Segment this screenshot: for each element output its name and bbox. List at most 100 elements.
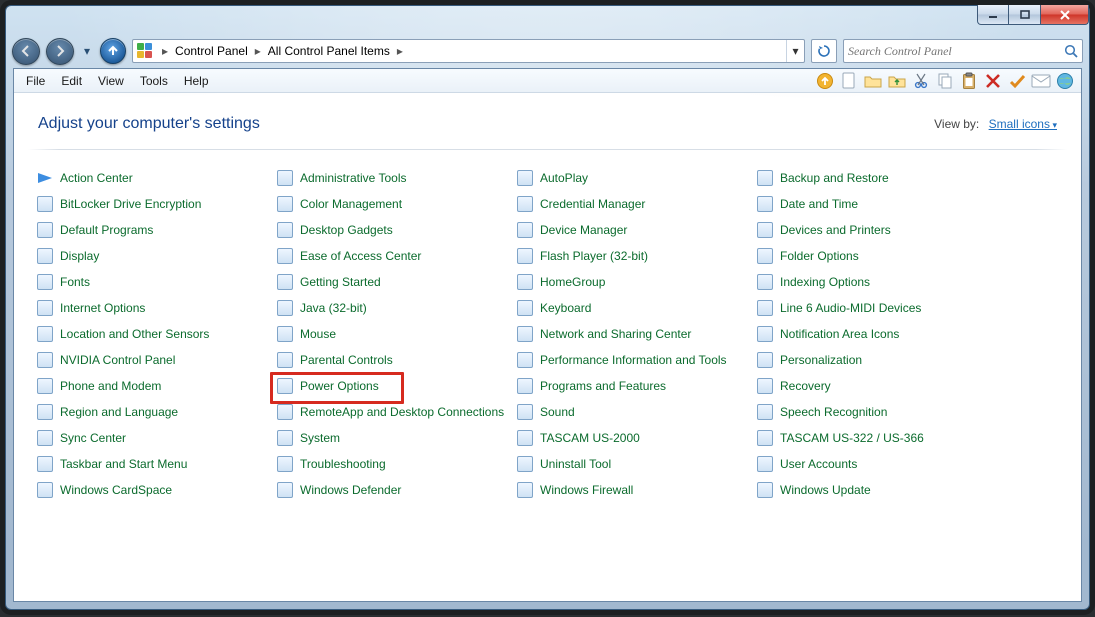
cp-item[interactable]: Internet Options (36, 298, 276, 318)
toolbar-upload-icon[interactable] (813, 71, 837, 91)
cp-item[interactable]: Performance Information and Tools (516, 350, 756, 370)
cp-item-icon (516, 325, 534, 343)
cp-item[interactable]: Location and Other Sensors (36, 324, 276, 344)
cp-item[interactable]: Fonts (36, 272, 276, 292)
cp-item-icon (276, 429, 294, 447)
cp-item-label: Color Management (300, 197, 402, 211)
address-dropdown[interactable]: ▾ (786, 40, 804, 62)
breadcrumb-segment[interactable]: Control Panel (173, 44, 250, 58)
toolbar-folder-icon[interactable] (861, 71, 885, 91)
cp-item[interactable]: Programs and Features (516, 376, 756, 396)
cp-item[interactable]: Line 6 Audio-MIDI Devices (756, 298, 996, 318)
cp-item[interactable]: Backup and Restore (756, 168, 996, 188)
maximize-button[interactable] (1009, 5, 1041, 25)
cp-item[interactable]: Getting Started (276, 272, 516, 292)
cp-item[interactable]: Sync Center (36, 428, 276, 448)
search-icon[interactable] (1060, 43, 1082, 59)
cp-item[interactable]: Java (32-bit) (276, 298, 516, 318)
nav-history-dropdown[interactable]: ▾ (80, 41, 94, 61)
breadcrumb-segment[interactable]: All Control Panel Items (266, 44, 392, 58)
cp-item[interactable]: Display (36, 246, 276, 266)
cp-item-icon (516, 195, 534, 213)
search-input[interactable] (844, 44, 1060, 59)
cp-item[interactable]: Credential Manager (516, 194, 756, 214)
nav-forward-button[interactable] (46, 38, 74, 65)
nav-back-button[interactable] (12, 38, 40, 65)
cp-item[interactable]: Windows CardSpace (36, 480, 276, 500)
menu-view[interactable]: View (90, 72, 132, 90)
cp-item-label: Recovery (780, 379, 831, 393)
toolbar-globe-icon[interactable] (1053, 71, 1077, 91)
cp-item[interactable]: RemoteApp and Desktop Connections (276, 402, 516, 422)
search-box[interactable] (843, 39, 1083, 63)
cp-item[interactable]: Troubleshooting (276, 454, 516, 474)
toolbar-copy-icon[interactable] (933, 71, 957, 91)
cp-item[interactable]: Folder Options (756, 246, 996, 266)
cp-item[interactable]: Personalization (756, 350, 996, 370)
cp-item[interactable]: Speech Recognition (756, 402, 996, 422)
cp-item[interactable]: Parental Controls (276, 350, 516, 370)
toolbar-cut-icon[interactable] (909, 71, 933, 91)
cp-item[interactable]: Keyboard (516, 298, 756, 318)
cp-item-icon (756, 455, 774, 473)
cp-item[interactable]: Default Programs (36, 220, 276, 240)
cp-item[interactable]: Phone and Modem (36, 376, 276, 396)
cp-item[interactable]: Uninstall Tool (516, 454, 756, 474)
cp-item[interactable]: Indexing Options (756, 272, 996, 292)
cp-item-icon (756, 169, 774, 187)
cp-item-label: Sound (540, 405, 575, 419)
menu-bar: File Edit View Tools Help (14, 69, 1081, 93)
cp-item[interactable]: Flash Player (32-bit) (516, 246, 756, 266)
cp-item[interactable]: Windows Defender (276, 480, 516, 500)
toolbar-mail-icon[interactable] (1029, 71, 1053, 91)
menu-file[interactable]: File (18, 72, 53, 90)
cp-item[interactable]: Devices and Printers (756, 220, 996, 240)
cp-item[interactable]: Power Options (276, 376, 516, 396)
cp-item[interactable]: TASCAM US-2000 (516, 428, 756, 448)
cp-item[interactable]: Recovery (756, 376, 996, 396)
cp-item-label: Uninstall Tool (540, 457, 611, 471)
cp-item[interactable]: NVIDIA Control Panel (36, 350, 276, 370)
cp-item[interactable]: Region and Language (36, 402, 276, 422)
cp-item[interactable]: Date and Time (756, 194, 996, 214)
cp-item[interactable]: System (276, 428, 516, 448)
cp-item[interactable]: Color Management (276, 194, 516, 214)
cp-item[interactable]: TASCAM US-322 / US-366 (756, 428, 996, 448)
minimize-button[interactable] (977, 5, 1009, 25)
address-breadcrumb[interactable]: ▸ Control Panel ▸ All Control Panel Item… (132, 39, 805, 63)
nav-up-button[interactable] (100, 38, 126, 64)
cp-item[interactable]: Network and Sharing Center (516, 324, 756, 344)
cp-item[interactable]: Windows Firewall (516, 480, 756, 500)
menu-tools[interactable]: Tools (132, 72, 176, 90)
cp-item[interactable]: Device Manager (516, 220, 756, 240)
menu-edit[interactable]: Edit (53, 72, 90, 90)
cp-item[interactable]: Mouse (276, 324, 516, 344)
cp-item[interactable]: Taskbar and Start Menu (36, 454, 276, 474)
menu-help[interactable]: Help (176, 72, 217, 90)
toolbar-check-icon[interactable] (1005, 71, 1029, 91)
toolbar-folder-up-icon[interactable] (885, 71, 909, 91)
cp-item-label: Default Programs (60, 223, 153, 237)
cp-item[interactable]: Ease of Access Center (276, 246, 516, 266)
cp-item[interactable]: Action Center (36, 168, 276, 188)
cp-item[interactable]: Notification Area Icons (756, 324, 996, 344)
toolbar-paste-icon[interactable] (957, 71, 981, 91)
toolbar-page-icon[interactable] (837, 71, 861, 91)
cp-item[interactable]: User Accounts (756, 454, 996, 474)
cp-item-icon (276, 455, 294, 473)
cp-item[interactable]: BitLocker Drive Encryption (36, 194, 276, 214)
cp-item[interactable]: Windows Update (756, 480, 996, 500)
refresh-button[interactable] (811, 39, 837, 63)
window-frame: ▾ ▸ Control Panel ▸ All Control Panel It… (5, 5, 1090, 610)
cp-item-label: Parental Controls (300, 353, 393, 367)
toolbar-delete-icon[interactable] (981, 71, 1005, 91)
cp-item[interactable]: Administrative Tools (276, 168, 516, 188)
cp-item[interactable]: HomeGroup (516, 272, 756, 292)
cp-item-icon (516, 351, 534, 369)
chevron-right-icon: ▸ (250, 44, 266, 58)
cp-item[interactable]: Sound (516, 402, 756, 422)
view-by-dropdown[interactable]: Small icons (989, 117, 1057, 131)
cp-item[interactable]: Desktop Gadgets (276, 220, 516, 240)
close-button[interactable] (1041, 5, 1089, 25)
cp-item[interactable]: AutoPlay (516, 168, 756, 188)
